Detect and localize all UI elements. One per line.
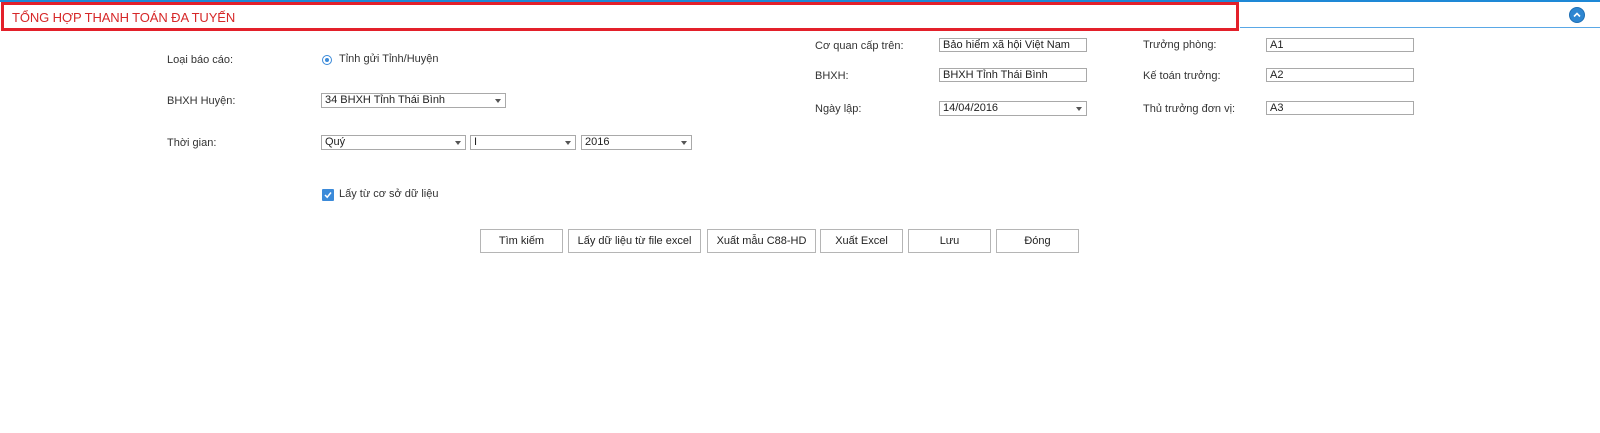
time-period-value: Quý <box>325 136 346 148</box>
accountant-field[interactable]: A2 <box>1266 68 1414 82</box>
director-label: Thủ trưởng đơn vị: <box>1143 103 1236 115</box>
district-select[interactable]: 34 BHXH Tỉnh Thái Bình <box>321 93 506 108</box>
search-button[interactable]: Tìm kiếm <box>480 229 563 253</box>
bhxh-field[interactable]: BHXH Tỉnh Thái Bình <box>939 68 1087 82</box>
header-divider <box>1240 27 1600 28</box>
accountant-label: Kế toán trưởng: <box>1143 70 1221 82</box>
date-label: Ngày lập: <box>815 103 862 115</box>
save-button[interactable]: Lưu <box>908 229 991 253</box>
head-label: Trưởng phòng: <box>1143 39 1217 51</box>
district-label: BHXH Huyện: <box>167 95 236 107</box>
close-button[interactable]: Đóng <box>996 229 1079 253</box>
report-type-option-label: Tỉnh gửi Tỉnh/Huyện <box>339 53 439 65</box>
chevron-down-icon <box>455 141 461 145</box>
collapse-button[interactable] <box>1569 7 1585 23</box>
report-type-label: Loại báo cáo: <box>167 54 234 66</box>
import-excel-button[interactable]: Lấy dữ liệu từ file excel <box>568 229 701 253</box>
chevron-down-icon <box>495 99 501 103</box>
director-field[interactable]: A3 <box>1266 101 1414 115</box>
date-value: 14/04/2016 <box>943 102 999 114</box>
export-excel-button[interactable]: Xuất Excel <box>820 229 903 253</box>
export-c88-button[interactable]: Xuất mẫu C88-HD <box>707 229 816 253</box>
parent-agency-label: Cơ quan cấp trên: <box>815 40 904 52</box>
from-db-label: Lấy từ cơ sở dữ liệu <box>339 188 439 200</box>
chevron-down-icon <box>681 141 687 145</box>
parent-agency-field[interactable]: Bảo hiểm xã hội Việt Nam <box>939 38 1087 52</box>
head-field[interactable]: A1 <box>1266 38 1414 52</box>
from-db-checkbox[interactable] <box>322 189 334 201</box>
report-type-radio[interactable] <box>322 55 332 65</box>
chevron-down-icon <box>565 141 571 145</box>
chevron-down-icon <box>1076 107 1082 111</box>
date-picker[interactable]: 14/04/2016 <box>939 101 1087 116</box>
chevron-up-icon <box>1573 12 1581 18</box>
checkmark-icon <box>324 192 332 199</box>
time-quarter-select[interactable]: I <box>470 135 576 150</box>
bhxh-label: BHXH: <box>815 70 849 82</box>
time-year-value: 2016 <box>585 136 610 148</box>
time-year-select[interactable]: 2016 <box>581 135 692 150</box>
district-select-value: 34 BHXH Tỉnh Thái Bình <box>325 94 446 106</box>
time-period-select[interactable]: Quý <box>321 135 466 150</box>
time-label: Thời gian: <box>167 137 217 149</box>
time-quarter-value: I <box>474 136 478 148</box>
page-title: TỔNG HỢP THANH TOÁN ĐA TUYẾN <box>12 10 236 25</box>
